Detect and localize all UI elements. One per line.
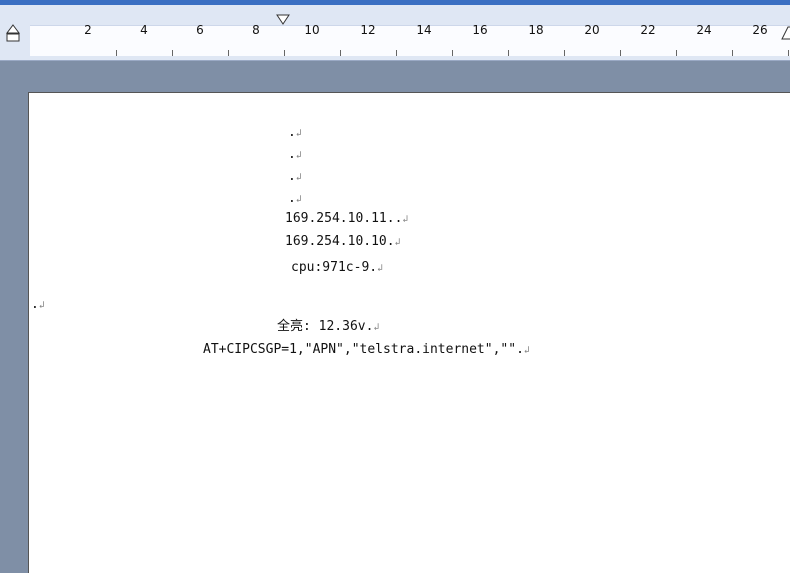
ruler-tick	[732, 50, 733, 56]
paragraph-mark-icon: ↲	[295, 172, 302, 183]
document-line: .↲	[288, 125, 302, 140]
paragraph-mark-icon: ↲	[523, 345, 530, 356]
document-line: .↲	[288, 169, 302, 184]
ruler-tick	[452, 50, 453, 56]
ruler-tick	[676, 50, 677, 56]
paragraph-mark-icon: ↲	[295, 128, 302, 139]
ruler-label: 4	[140, 23, 148, 37]
ruler-label: 20	[584, 23, 600, 37]
paragraph-mark-icon: ↲	[402, 214, 409, 225]
ruler-label: 26	[752, 23, 768, 37]
document-line: 全亮: 12.36v.↲	[277, 319, 380, 334]
ruler-label: 8	[252, 23, 260, 37]
ruler-tick	[228, 50, 229, 56]
ruler-label: 22	[640, 23, 656, 37]
paragraph-mark-icon: ↲	[373, 322, 380, 333]
ruler-tick	[788, 50, 789, 56]
document-line: .↲	[288, 191, 302, 206]
first-line-indent-marker-icon[interactable]	[275, 13, 291, 27]
ruler-label: 24	[696, 23, 712, 37]
paragraph-mark-icon: ↲	[295, 194, 302, 205]
left-indent-marker-icon[interactable]	[5, 23, 21, 43]
ruler-label: 2	[84, 23, 92, 37]
document-line: AT+CIPCSGP=1,"APN","telstra.internet",""…	[203, 342, 530, 357]
document-line: .↲	[31, 297, 45, 312]
paragraph-mark-icon: ↲	[38, 300, 45, 311]
ruler-tick	[564, 50, 565, 56]
document-page[interactable]: .↲ .↲ .↲ .↲ 169.254.10.11..↲ 169.254.10.…	[28, 92, 790, 573]
right-indent-marker-icon[interactable]	[780, 23, 790, 43]
paragraph-mark-icon: ↲	[377, 263, 384, 274]
ruler-label: 6	[196, 23, 204, 37]
ruler-tick	[396, 50, 397, 56]
horizontal-ruler[interactable]: 2 4 6 8 10 12 14 16 18 20 22 24 26	[0, 5, 790, 61]
ruler-label: 10	[304, 23, 320, 37]
ruler-label: 16	[472, 23, 488, 37]
ruler-tick	[284, 50, 285, 56]
paragraph-mark-icon: ↲	[394, 237, 401, 248]
ruler-tick	[620, 50, 621, 56]
document-line: 169.254.10.10.↲	[285, 234, 401, 249]
document-line: cpu:971c-9.↲	[291, 260, 384, 275]
ruler-tick	[116, 50, 117, 56]
document-line: .↲	[288, 147, 302, 162]
ruler-label: 12	[360, 23, 376, 37]
ruler-label: 14	[416, 23, 432, 37]
ruler-label: 18	[528, 23, 544, 37]
paragraph-mark-icon: ↲	[295, 150, 302, 161]
document-line: 169.254.10.11..↲	[285, 211, 409, 226]
ruler-tick	[340, 50, 341, 56]
ruler-tick	[508, 50, 509, 56]
ruler-tick	[172, 50, 173, 56]
